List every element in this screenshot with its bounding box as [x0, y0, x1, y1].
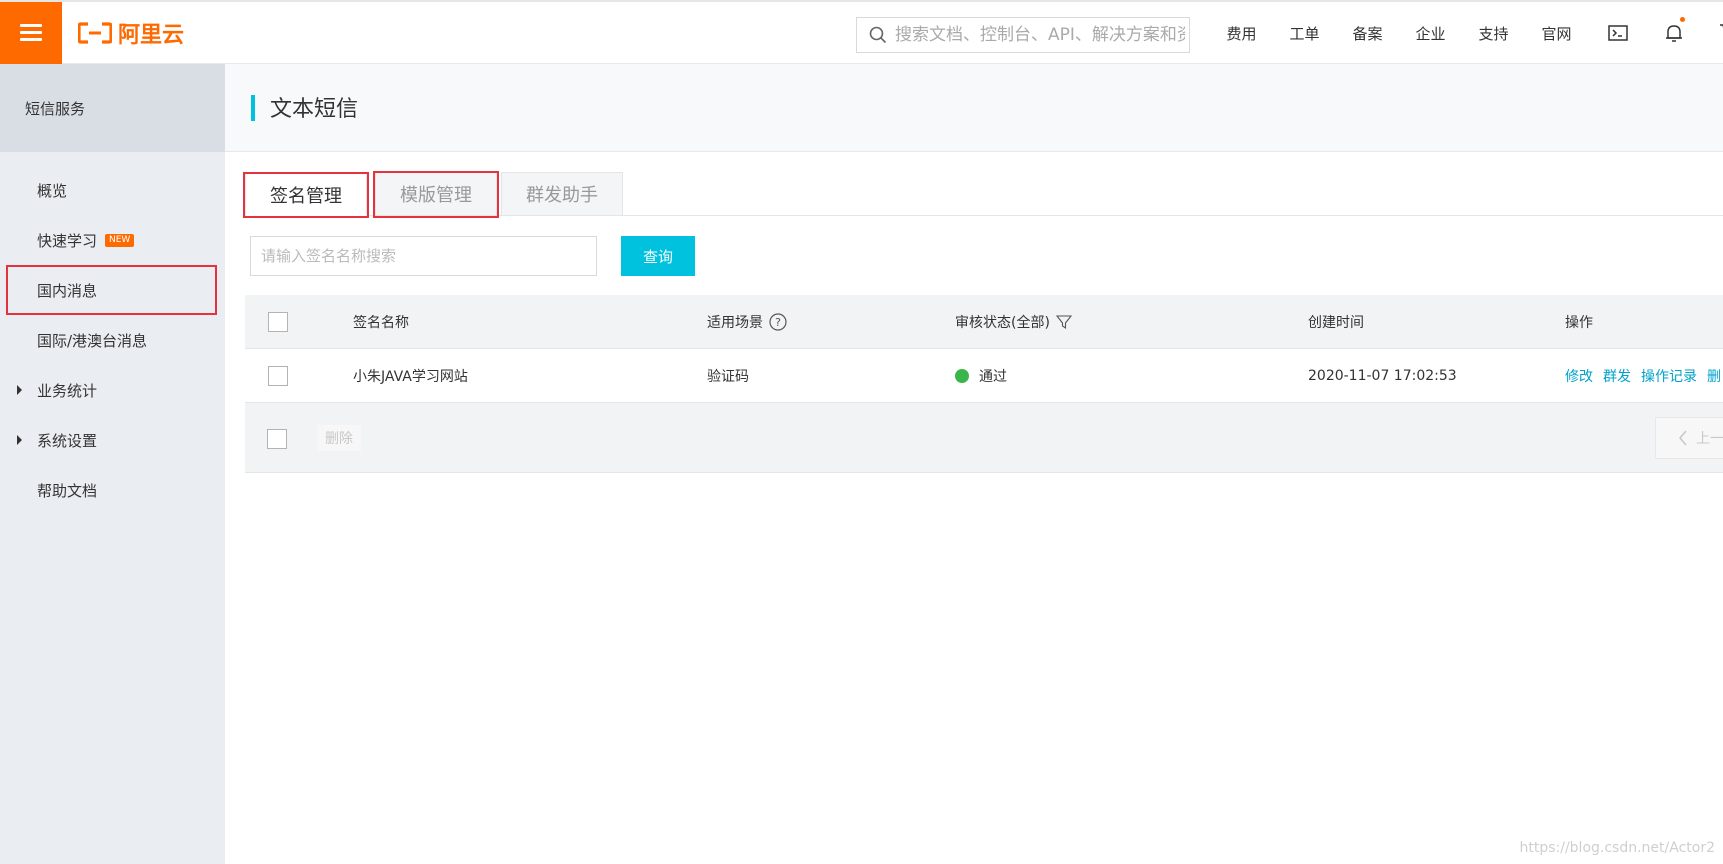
- sidebar-item-label: 国际/港澳台消息: [37, 331, 148, 350]
- search-icon: [869, 26, 887, 44]
- signature-scene: 验证码: [707, 369, 749, 385]
- batch-delete-button[interactable]: 删除: [317, 425, 361, 451]
- sidebar-item-statistics[interactable]: 业务统计: [0, 365, 225, 415]
- table-header: 签名名称 适用场景 ? 审核状态(全部) 创建时间 操作: [245, 295, 1723, 349]
- sidebar-title: 短信服务: [0, 64, 225, 152]
- notification-dot: [1680, 17, 1685, 22]
- top-nav: 费用 工单 备案 企业 支持 官网: [1210, 2, 1588, 64]
- svg-text:?: ?: [775, 316, 781, 329]
- edit-link[interactable]: 修改: [1565, 366, 1593, 386]
- signature-name: 小朱JAVA学习网站: [353, 369, 468, 385]
- global-search-input[interactable]: [895, 25, 1185, 45]
- row-actions: 修改 群发 操作记录 删: [1565, 349, 1723, 403]
- query-button[interactable]: 查询: [621, 236, 695, 276]
- terminal-button[interactable]: [1590, 25, 1646, 41]
- logo-text: 阿里云: [118, 23, 185, 48]
- sidebar-item-label: 业务统计: [37, 381, 98, 400]
- watermark: https://blog.csdn.net/Actor2: [1519, 840, 1715, 856]
- sidebar-item-label: 国内消息: [37, 281, 98, 300]
- column-header-label: 适用场景: [707, 315, 763, 331]
- tab-label: 群发助手: [526, 185, 598, 206]
- signature-table: 签名名称 适用场景 ? 审核状态(全部) 创建时间 操作 小朱JAVA学习网站 …: [245, 295, 1723, 473]
- caret-right-icon: [17, 435, 22, 445]
- cart-icon: [1720, 24, 1723, 28]
- sidebar-item-quick-learn[interactable]: 快速学习 NEW: [0, 215, 225, 265]
- row-checkbox[interactable]: [268, 366, 288, 386]
- aliyun-logo[interactable]: 阿里云: [78, 18, 184, 48]
- tab-bulk-send[interactable]: 群发助手: [501, 172, 623, 216]
- status-label: 通过: [979, 369, 1007, 385]
- tab-bar: 签名管理 模版管理 群发助手: [243, 171, 627, 218]
- nav-fees[interactable]: 费用: [1210, 23, 1273, 44]
- nav-tickets[interactable]: 工单: [1273, 23, 1336, 44]
- top-icons: [1590, 2, 1723, 64]
- page-title: 文本短信: [270, 97, 359, 122]
- nav-official-site[interactable]: 官网: [1525, 23, 1588, 44]
- bell-icon: [1666, 25, 1682, 42]
- tab-label: 签名管理: [270, 185, 342, 207]
- page-header: 文本短信: [225, 64, 1723, 152]
- prev-page-label: 上一: [1696, 431, 1723, 447]
- delete-link[interactable]: 删: [1707, 366, 1721, 386]
- select-all-checkbox[interactable]: [268, 312, 288, 332]
- sidebar-item-label: 快速学习: [37, 231, 98, 250]
- row-select-cell: [268, 349, 288, 403]
- prev-page-button[interactable]: 上一: [1655, 417, 1723, 459]
- filter-icon[interactable]: [1055, 314, 1072, 330]
- column-header-status: 审核状态(全部): [955, 295, 1072, 349]
- nav-enterprise[interactable]: 企业: [1399, 23, 1462, 44]
- sidebar: 短信服务 概览 快速学习 NEW 国内消息 国际/港澳台消息 业务统计 系统设置…: [0, 64, 225, 864]
- menu-toggle-button[interactable]: [0, 2, 62, 64]
- signature-status: 通过: [955, 349, 1007, 403]
- column-header-name: 签名名称: [353, 315, 409, 331]
- sidebar-item-label: 系统设置: [37, 431, 98, 450]
- top-bar: 阿里云 费用 工单 备案 企业 支持 官网: [0, 0, 1723, 64]
- terminal-icon: [1608, 25, 1628, 41]
- signature-search-input[interactable]: [250, 236, 597, 276]
- sidebar-item-help[interactable]: 帮助文档: [0, 465, 225, 515]
- nav-icp[interactable]: 备案: [1336, 23, 1399, 44]
- signature-created-time: 2020-11-07 17:02:53: [1308, 368, 1457, 384]
- sidebar-item-settings[interactable]: 系统设置: [0, 415, 225, 465]
- help-icon[interactable]: ?: [769, 313, 787, 331]
- bulk-send-link[interactable]: 群发: [1603, 366, 1631, 386]
- nav-support[interactable]: 支持: [1462, 23, 1525, 44]
- tab-templates[interactable]: 模版管理: [373, 171, 499, 218]
- global-search[interactable]: [856, 17, 1190, 53]
- column-header-created: 创建时间: [1308, 315, 1364, 331]
- tab-label: 模版管理: [400, 185, 472, 206]
- new-badge: NEW: [105, 233, 135, 247]
- column-header-label: 审核状态(全部): [955, 315, 1050, 331]
- table-row: 小朱JAVA学习网站 验证码 通过 2020-11-07 17:02:53 修改…: [245, 349, 1723, 403]
- column-header-actions: 操作: [1565, 315, 1593, 331]
- tab-signatures[interactable]: 签名管理: [243, 172, 369, 218]
- sidebar-item-international[interactable]: 国际/港澳台消息: [0, 315, 225, 365]
- chevron-left-icon: [1679, 430, 1687, 446]
- caret-right-icon: [17, 385, 22, 395]
- status-approved-icon: [955, 369, 969, 383]
- sidebar-item-label: 帮助文档: [37, 481, 98, 500]
- notifications-button[interactable]: [1646, 17, 1702, 43]
- operation-log-link[interactable]: 操作记录: [1641, 366, 1697, 386]
- sidebar-item-domestic[interactable]: 国内消息: [6, 265, 217, 315]
- sidebar-item-label: 概览: [37, 181, 68, 200]
- column-header-scene: 适用场景 ?: [707, 295, 787, 349]
- footer-select-all-checkbox[interactable]: [267, 429, 287, 449]
- sidebar-item-overview[interactable]: 概览: [0, 165, 225, 215]
- aliyun-logo-icon: [78, 22, 112, 44]
- hamburger-icon: [20, 24, 42, 42]
- title-accent-bar: [251, 95, 255, 121]
- select-all-cell: [268, 295, 288, 349]
- cart-button[interactable]: [1702, 23, 1723, 43]
- table-footer: 删除 上一: [245, 403, 1723, 473]
